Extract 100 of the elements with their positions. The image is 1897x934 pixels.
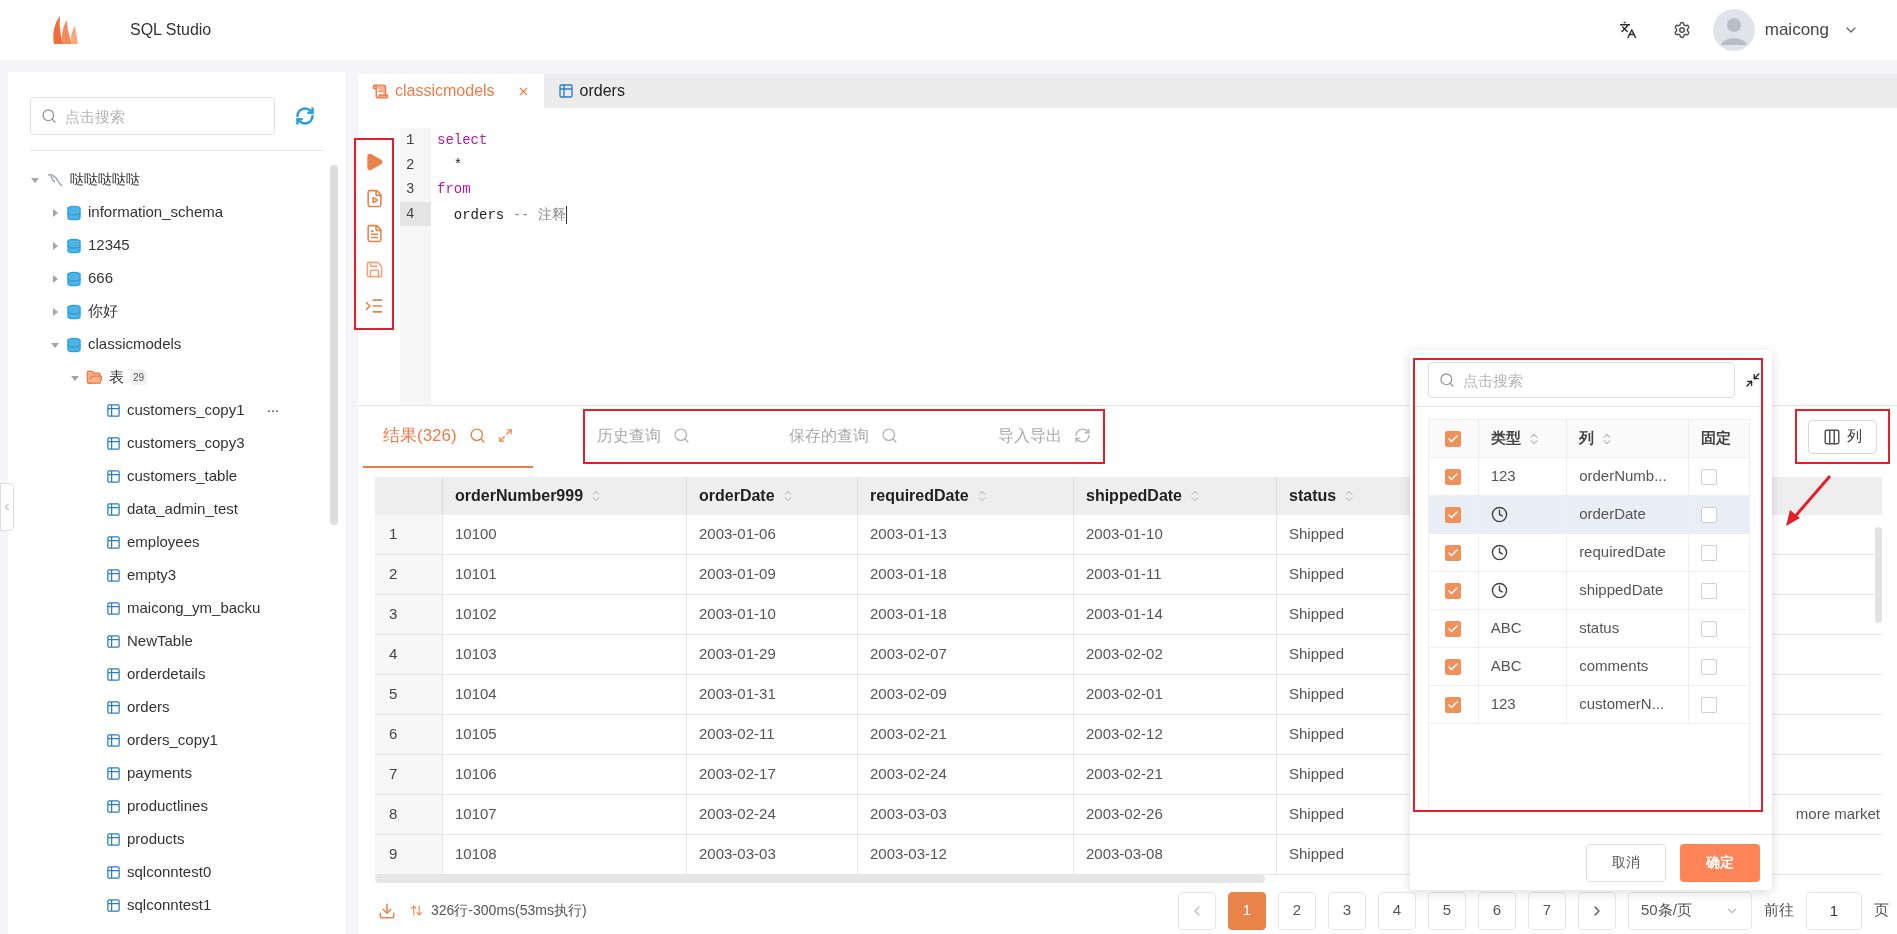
- next-page-button[interactable]: [1578, 891, 1616, 930]
- page-button[interactable]: 5: [1428, 891, 1466, 930]
- checkbox[interactable]: [1701, 506, 1718, 523]
- fullscreen-icon[interactable]: [1745, 372, 1761, 388]
- search-icon[interactable]: [468, 427, 486, 444]
- tree-item[interactable]: empty3: [127, 564, 177, 587]
- refresh-icon[interactable]: [1073, 427, 1091, 444]
- save-icon[interactable]: [364, 260, 384, 280]
- line-number: 1: [405, 131, 416, 150]
- checkbox[interactable]: [1701, 544, 1718, 561]
- columns-button[interactable]: 列: [1808, 419, 1877, 454]
- expand-icon[interactable]: [497, 428, 513, 443]
- column-header[interactable]: requiredDate: [857, 477, 1073, 515]
- tree-item[interactable]: 666: [88, 267, 114, 290]
- table-cell: 2003-02-24: [686, 795, 857, 834]
- column-row[interactable]: 123 customerN...: [1429, 686, 1749, 724]
- column-row[interactable]: shippedDate: [1429, 572, 1749, 610]
- page-button[interactable]: 2: [1278, 891, 1316, 930]
- tree-item[interactable]: employees: [127, 531, 200, 554]
- table-icon: [106, 799, 121, 814]
- tree-item[interactable]: 哒哒哒哒哒: [70, 169, 140, 190]
- tree-item[interactable]: 表: [109, 366, 124, 389]
- search-icon[interactable]: [672, 427, 690, 444]
- checkbox[interactable]: [1445, 544, 1462, 561]
- tree-item[interactable]: products: [127, 828, 185, 851]
- checkbox[interactable]: [1701, 658, 1718, 675]
- tree-item[interactable]: productlines: [127, 795, 208, 818]
- caret-right-icon[interactable]: [50, 240, 60, 251]
- page-button[interactable]: 4: [1378, 891, 1416, 930]
- page-input[interactable]: 1: [1806, 891, 1862, 930]
- download-icon[interactable]: [378, 901, 396, 920]
- tree-item[interactable]: NewTable: [127, 630, 193, 653]
- user-name[interactable]: maicong: [1764, 17, 1829, 43]
- tree-item[interactable]: data_admin_test: [127, 498, 238, 521]
- tree-item[interactable]: classicmodels: [88, 333, 182, 356]
- settings-icon[interactable]: [1672, 21, 1691, 39]
- page-button[interactable]: 3: [1328, 891, 1366, 930]
- tree-item[interactable]: maicong_ym_backu: [127, 597, 261, 620]
- caret-right-icon[interactable]: [50, 306, 60, 317]
- caret-right-icon[interactable]: [50, 273, 60, 284]
- column-row[interactable]: orderDate: [1429, 496, 1749, 534]
- search-field[interactable]: 点击搜索: [1428, 362, 1736, 398]
- run-icon[interactable]: [364, 152, 384, 173]
- tree-item[interactable]: 12345: [88, 234, 130, 257]
- column-header[interactable]: orderDate: [686, 477, 857, 515]
- search-field[interactable]: 点击搜索: [30, 97, 275, 135]
- tree-item[interactable]: sqlconntest0: [127, 861, 212, 884]
- page-button[interactable]: 7: [1528, 891, 1566, 930]
- checkbox[interactable]: [1445, 582, 1462, 599]
- language-icon[interactable]: [1618, 21, 1637, 39]
- type-label: ABC: [1490, 656, 1522, 677]
- tree-item[interactable]: sqlconntest1: [127, 894, 212, 917]
- checkbox[interactable]: [1445, 658, 1462, 675]
- scrollbar[interactable]: [330, 165, 338, 525]
- more-actions[interactable]: ···: [266, 399, 279, 422]
- checkbox[interactable]: [1445, 468, 1462, 485]
- column-row[interactable]: requiredDate: [1429, 534, 1749, 572]
- checkbox[interactable]: [1701, 620, 1718, 637]
- run-file-icon[interactable]: [364, 188, 384, 208]
- columns-icon: [1823, 427, 1841, 446]
- column-row[interactable]: 123 orderNumb...: [1429, 458, 1749, 496]
- collapse-handle[interactable]: [0, 483, 14, 531]
- refresh-icon[interactable]: [295, 106, 315, 126]
- checkbox[interactable]: [1701, 468, 1718, 485]
- page-size-select[interactable]: 50条/页: [1628, 891, 1752, 930]
- caret-right-icon[interactable]: [50, 207, 60, 218]
- previous-page-button[interactable]: [1178, 891, 1216, 930]
- checkbox[interactable]: [1445, 506, 1462, 523]
- script-file-icon[interactable]: [364, 224, 384, 244]
- scrollbar[interactable]: [375, 875, 1265, 883]
- tree-item[interactable]: orders: [127, 696, 170, 719]
- tree-item[interactable]: orderdetails: [127, 663, 206, 686]
- checkbox[interactable]: [1701, 696, 1718, 713]
- page-button[interactable]: 6: [1478, 891, 1516, 930]
- column-header[interactable]: shippedDate: [1073, 477, 1276, 515]
- checkbox[interactable]: [1701, 582, 1718, 599]
- table-cell: 2003-02-09: [857, 675, 1073, 714]
- tree-item[interactable]: 你好: [88, 300, 118, 323]
- tree-item[interactable]: orders_copy1: [127, 729, 218, 752]
- tree-item[interactable]: information_schema: [88, 201, 224, 224]
- column-row[interactable]: ABC comments: [1429, 648, 1749, 686]
- checkbox[interactable]: [1445, 430, 1462, 447]
- table-icon: [106, 634, 121, 649]
- tree-item[interactable]: customers_table: [127, 465, 238, 488]
- table-icon: [106, 436, 121, 451]
- cancel-button[interactable]: 取消: [1586, 843, 1666, 882]
- row-number: 9: [375, 835, 442, 874]
- scrollbar[interactable]: [1875, 527, 1882, 623]
- search-icon[interactable]: [881, 427, 899, 444]
- tree-item[interactable]: payments: [127, 762, 193, 785]
- column-row[interactable]: ABC status: [1429, 610, 1749, 648]
- tree-item[interactable]: customers_copy1: [127, 399, 245, 422]
- column-header[interactable]: 类型: [1478, 420, 1568, 457]
- tree-item[interactable]: customers_copy3: [127, 432, 245, 455]
- column-header[interactable]: 列: [1567, 420, 1690, 457]
- sort-icon[interactable]: [410, 904, 423, 917]
- column-header[interactable]: orderNumber999: [442, 477, 686, 515]
- avatar[interactable]: [1712, 9, 1755, 51]
- checkbox[interactable]: [1445, 696, 1462, 713]
- checkbox[interactable]: [1445, 620, 1462, 637]
